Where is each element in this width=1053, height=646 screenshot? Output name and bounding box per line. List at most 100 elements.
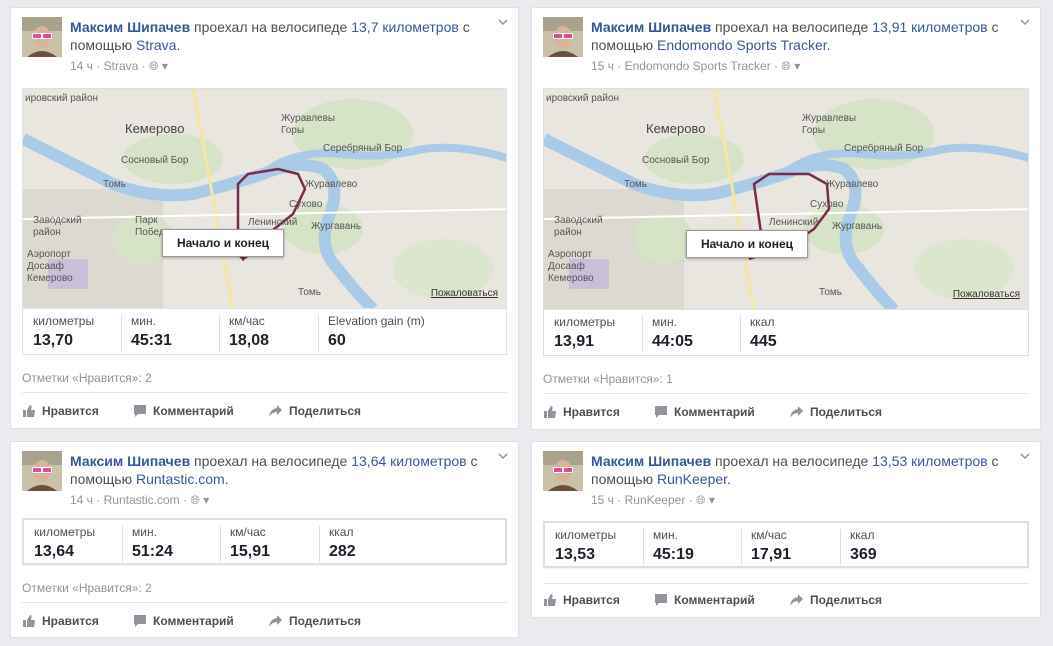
map-label: Томь [624, 179, 647, 190]
author-link[interactable]: Максим Шипачев [70, 453, 190, 469]
author-link[interactable]: Максим Шипачев [70, 19, 190, 35]
comment-icon [133, 404, 147, 418]
post-title: Максим Шипачев проехал на велосипеде 13,… [591, 18, 1009, 54]
like-button[interactable]: Нравится [543, 405, 620, 419]
map-label: ировский район [25, 93, 99, 104]
map-label: Журавлево [305, 179, 358, 190]
chevron-down-icon[interactable] [497, 16, 511, 30]
source-link[interactable]: Strava [104, 59, 139, 73]
author-link[interactable]: Максим Шипачев [591, 453, 711, 469]
globe-icon[interactable]: 🌐︎ ▾ [696, 493, 715, 507]
post-title: Максим Шипачев проехал на велосипеде 13,… [70, 452, 487, 488]
timestamp[interactable]: 15 ч [591, 493, 614, 507]
post-verb: проехал на велосипеде [711, 453, 873, 469]
like-label: Нравится [42, 404, 99, 418]
source-link[interactable]: Runtastic.com [104, 493, 180, 507]
avatar[interactable] [22, 17, 62, 57]
stat-speed: км/час 18,08 [229, 314, 270, 349]
map-label: Серебряный Бор [323, 143, 403, 154]
app-link[interactable]: Endomondo Sports Tracker [657, 37, 827, 53]
post-header: Максим Шипачев проехал на велосипеде 13,… [22, 451, 508, 511]
map-label: Томь [298, 287, 321, 298]
report-link[interactable]: Пожаловаться [431, 288, 498, 299]
map-label: Жургавань [832, 221, 883, 232]
map-label: Аэропорт Досааф Кемерово [27, 249, 73, 284]
comment-button[interactable]: Комментарий [654, 405, 755, 419]
route-map[interactable]: ировский район Кемерово Сосновый Бор Том… [543, 88, 1029, 309]
likes-count[interactable]: Отметки «Нравится»: 2 [22, 581, 152, 595]
app-link[interactable]: RunKeeper [657, 471, 727, 487]
stat-divider [318, 315, 319, 351]
share-icon [268, 614, 283, 628]
distance-link[interactable]: 13,91 километров [872, 19, 987, 35]
stat-duration: мин. 51:24 [132, 525, 173, 560]
post-meta: 15 ч · RunKeeper · 🌐︎ ▾ [591, 493, 715, 507]
post-period: . [176, 37, 181, 53]
app-link[interactable]: Strava [136, 37, 176, 53]
like-button[interactable]: Нравится [22, 404, 99, 418]
timestamp[interactable]: 14 ч [70, 59, 93, 73]
route-map[interactable]: ировский район Кемерово Сосновый Бор Том… [22, 88, 507, 308]
stat-distance: километры 13,64 [34, 525, 96, 560]
chevron-down-icon[interactable] [1019, 16, 1033, 30]
chevron-down-icon[interactable] [1019, 450, 1033, 464]
stat-distance: километры 13,91 [554, 315, 616, 350]
distance-link[interactable]: 13,64 километров [351, 453, 466, 469]
avatar[interactable] [543, 451, 583, 491]
globe-icon[interactable]: 🌐︎ ▾ [781, 59, 800, 73]
like-button[interactable]: Нравится [543, 593, 620, 607]
timestamp[interactable]: 14 ч [70, 493, 93, 507]
comment-button[interactable]: Комментарий [654, 593, 755, 607]
comment-button[interactable]: Комментарий [133, 614, 234, 628]
map-label: Жургавань [311, 221, 362, 232]
app-link[interactable]: Runtastic.com [136, 471, 225, 487]
timestamp[interactable]: 15 ч [591, 59, 614, 73]
map-label: Сухово [289, 199, 323, 210]
share-button[interactable]: Поделиться [789, 405, 882, 419]
map-label: Ленинский [248, 217, 298, 228]
workout-stats: километры 13,70 мин. 45:31 км/час 18,08 Ele… [22, 308, 507, 355]
stat-speed: км/час 15,91 [230, 525, 271, 560]
comment-icon [133, 614, 147, 628]
divider [22, 392, 507, 393]
source-link[interactable]: Endomondo Sports Tracker [625, 59, 771, 73]
report-link[interactable]: Пожаловаться [953, 289, 1020, 300]
stat-duration: мин. 45:31 [131, 314, 172, 349]
comment-label: Комментарий [674, 405, 755, 419]
map-label: Сухово [810, 199, 844, 210]
share-button[interactable]: Поделиться [268, 614, 361, 628]
route-start-end-tooltip: Начало и конец [162, 229, 284, 257]
comment-label: Комментарий [674, 593, 755, 607]
globe-icon[interactable]: 🌐︎ ▾ [149, 59, 168, 73]
stat-divider [219, 315, 220, 351]
divider [543, 583, 1029, 584]
post-meta: 15 ч · Endomondo Sports Tracker · 🌐︎ ▾ [591, 59, 801, 73]
source-link[interactable]: RunKeeper [625, 493, 686, 507]
post-title: Максим Шипачев проехал на велосипеде 13,… [70, 18, 487, 54]
avatar[interactable] [22, 451, 62, 491]
avatar[interactable] [543, 17, 583, 57]
stat-divider [121, 315, 122, 351]
share-button[interactable]: Поделиться [789, 593, 882, 607]
globe-icon[interactable]: 🌐︎ ▾ [190, 493, 209, 507]
share-button[interactable]: Поделиться [268, 404, 361, 418]
map-label: Томь [103, 179, 126, 190]
distance-link[interactable]: 13,53 километров [872, 453, 987, 469]
stat-duration: мин. 44:05 [652, 315, 693, 350]
post-period: . [224, 471, 229, 487]
chevron-down-icon[interactable] [497, 450, 511, 464]
stat-divider [122, 526, 123, 562]
like-button[interactable]: Нравится [22, 614, 99, 628]
post-header: Максим Шипачев проехал на велосипеде 13,… [543, 17, 1030, 77]
stat-distance: километры 13,70 [33, 314, 95, 349]
post-card: Максим Шипачев проехал на велосипеде 13,… [10, 7, 519, 429]
author-link[interactable]: Максим Шипачев [591, 19, 711, 35]
stat-speed: км/час 17,91 [751, 528, 792, 563]
likes-count[interactable]: Отметки «Нравится»: 2 [22, 371, 152, 385]
stat-calories: ккал 445 [750, 315, 777, 350]
likes-count[interactable]: Отметки «Нравится»: 1 [543, 372, 673, 386]
map-canvas [23, 89, 506, 308]
distance-link[interactable]: 13,7 километров [351, 19, 459, 35]
post-meta: 14 ч · Runtastic.com · 🌐︎ ▾ [70, 493, 210, 507]
comment-button[interactable]: Комментарий [133, 404, 234, 418]
